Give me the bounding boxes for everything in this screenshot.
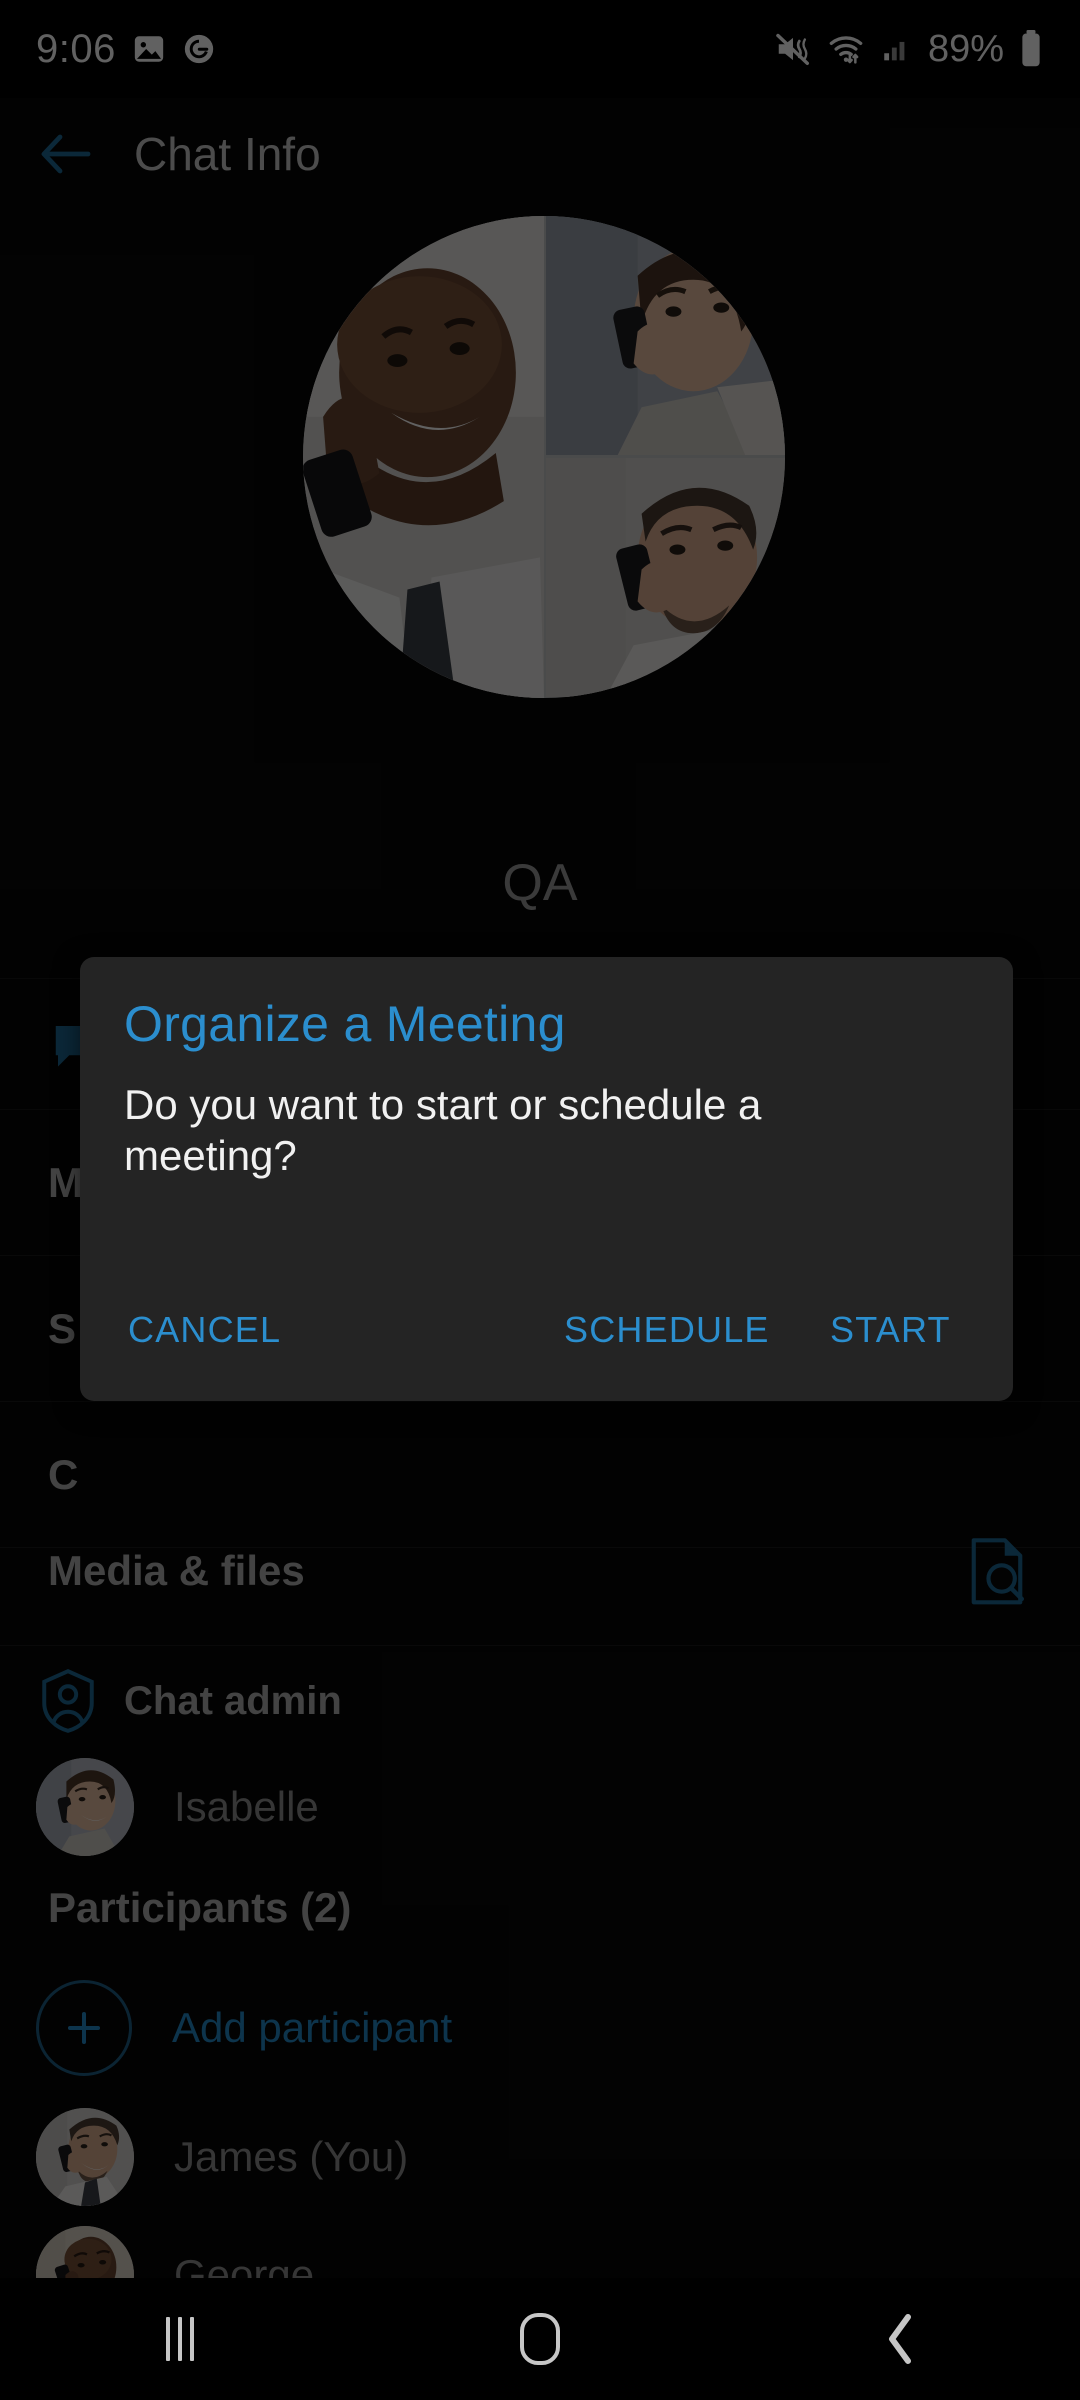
start-button[interactable]: START xyxy=(830,1309,951,1351)
android-nav-bar xyxy=(0,2278,1080,2400)
schedule-button[interactable]: SCHEDULE xyxy=(564,1309,770,1351)
home-shape xyxy=(520,2313,560,2365)
phone-screen: 9:06 xyxy=(0,0,1080,2400)
dialog-title: Organize a Meeting xyxy=(124,996,566,1052)
recents-bar xyxy=(190,2317,194,2361)
recents-bar xyxy=(166,2317,170,2361)
organize-meeting-dialog: Organize a Meeting Do you want to start … xyxy=(80,957,1013,1401)
back-icon[interactable] xyxy=(835,2294,965,2384)
home-icon[interactable] xyxy=(475,2294,605,2384)
dialog-actions: CANCEL SCHEDULE START xyxy=(80,1301,1013,1373)
recents-icon[interactable] xyxy=(115,2294,245,2384)
recents-bar xyxy=(178,2317,182,2361)
cancel-button[interactable]: CANCEL xyxy=(128,1309,281,1351)
dialog-message: Do you want to start or schedule a meeti… xyxy=(124,1081,762,1180)
